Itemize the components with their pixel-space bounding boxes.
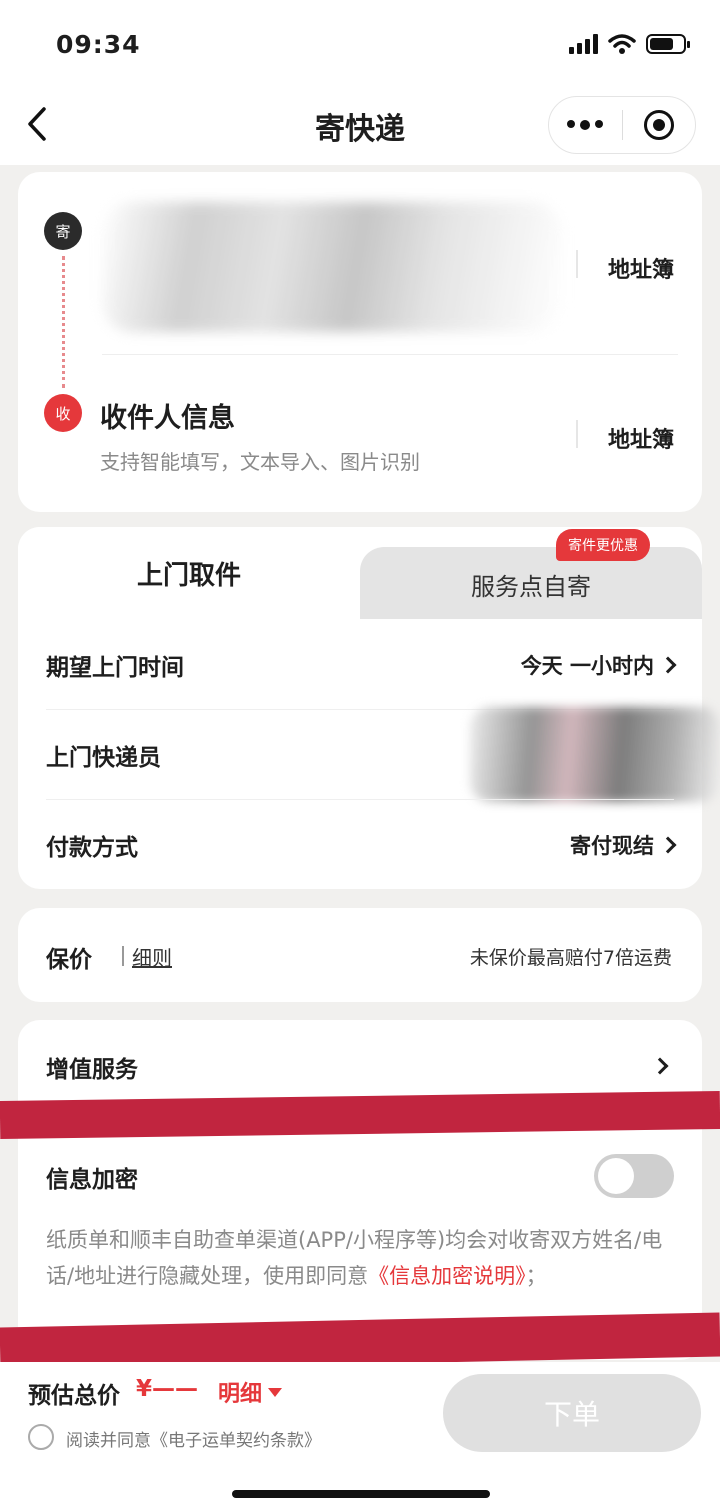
home-indicator (232, 1490, 490, 1498)
agree-text[interactable]: 阅读并同意《电子运单契约条款》 (66, 1426, 321, 1451)
pickup-time-row[interactable]: 期望上门时间 今天 一小时内 (46, 635, 677, 695)
battery-icon (646, 34, 690, 54)
wifi-icon (608, 34, 636, 54)
bottom-bar: 预估总价 ¥—— 明细 阅读并同意《电子运单契约条款》 下单 (0, 1362, 720, 1511)
receiver-badge: 收 (44, 394, 82, 432)
receiver-hint: 支持智能填写，文本导入、图片识别 (100, 450, 420, 474)
value-added-title[interactable]: 增值服务 (46, 1050, 138, 1084)
tab-dropoff[interactable]: 服务点自寄 (360, 547, 702, 619)
chevron-right-icon[interactable] (651, 1057, 669, 1075)
status-icons (569, 33, 690, 55)
insurance-card: 保价 细则 未保价最高赔付7倍运费 (18, 908, 702, 1002)
promo-badge: 寄件更优惠 (556, 529, 650, 561)
courier-label: 上门快递员 (46, 745, 161, 771)
price-detail-button[interactable]: 明细 (218, 1376, 283, 1408)
total-label: 预估总价 (28, 1383, 120, 1409)
encryption-title: 信息加密 (46, 1167, 138, 1193)
pickup-time-label: 期望上门时间 (46, 655, 184, 681)
address-card: 寄 地址簿 收 收件人信息 支持智能填写，文本导入、图片识别 地址簿 (18, 172, 702, 512)
chevron-right-icon (659, 656, 677, 674)
pickup-time-value: 今天 一小时内 (520, 654, 654, 678)
insurance-label: 保价 (46, 947, 92, 973)
price-detail-label: 明细 (218, 1382, 263, 1407)
courier-info-redacted (470, 707, 720, 802)
agree-radio[interactable] (28, 1424, 54, 1450)
encryption-terms-link[interactable]: 《信息加密说明》 (368, 1264, 526, 1288)
status-time: 09:34 (56, 30, 141, 59)
top-bar: 09:34 寄快递 (0, 0, 720, 165)
receiver-address-book-button[interactable]: 地址簿 (608, 422, 674, 454)
target-icon (643, 110, 674, 140)
payment-label: 付款方式 (46, 835, 138, 861)
tab-dropoff-label: 服务点自寄 (471, 573, 591, 601)
insurance-rules-link[interactable]: 细则 (132, 942, 172, 971)
close-mini-program-button[interactable] (623, 97, 696, 153)
pickup-card: 服务点自寄 上门取件 寄件更优惠 期望上门时间 今天 一小时内 上门快递员 付款… (18, 527, 720, 889)
more-dots-icon (567, 120, 604, 130)
sender-badge: 寄 (44, 212, 82, 250)
payment-row[interactable]: 付款方式 寄付现结 (46, 815, 677, 875)
receiver-title[interactable]: 收件人信息 (100, 396, 235, 435)
encryption-description: 纸质单和顺丰自助查单渠道(APP/小程序等)均会对收寄双方姓名/电话/地址进行隐… (46, 1228, 663, 1288)
more-button[interactable] (549, 97, 622, 153)
encryption-toggle[interactable] (594, 1154, 674, 1198)
sender-info-redacted[interactable] (102, 202, 562, 332)
payment-value: 寄付现结 (570, 834, 654, 858)
submit-order-button[interactable]: 下单 (443, 1374, 701, 1452)
signal-icon (569, 34, 598, 54)
total-price: ¥—— (136, 1376, 199, 1402)
sender-address-book-button[interactable]: 地址簿 (608, 252, 674, 284)
tab-pickup[interactable]: 上门取件 (18, 527, 360, 619)
route-dotted-line (62, 256, 65, 388)
caret-down-icon (268, 1387, 283, 1397)
chevron-right-icon (659, 836, 677, 854)
mini-program-capsule (548, 96, 696, 154)
insurance-note[interactable]: 未保价最高赔付7倍运费 (470, 943, 672, 970)
